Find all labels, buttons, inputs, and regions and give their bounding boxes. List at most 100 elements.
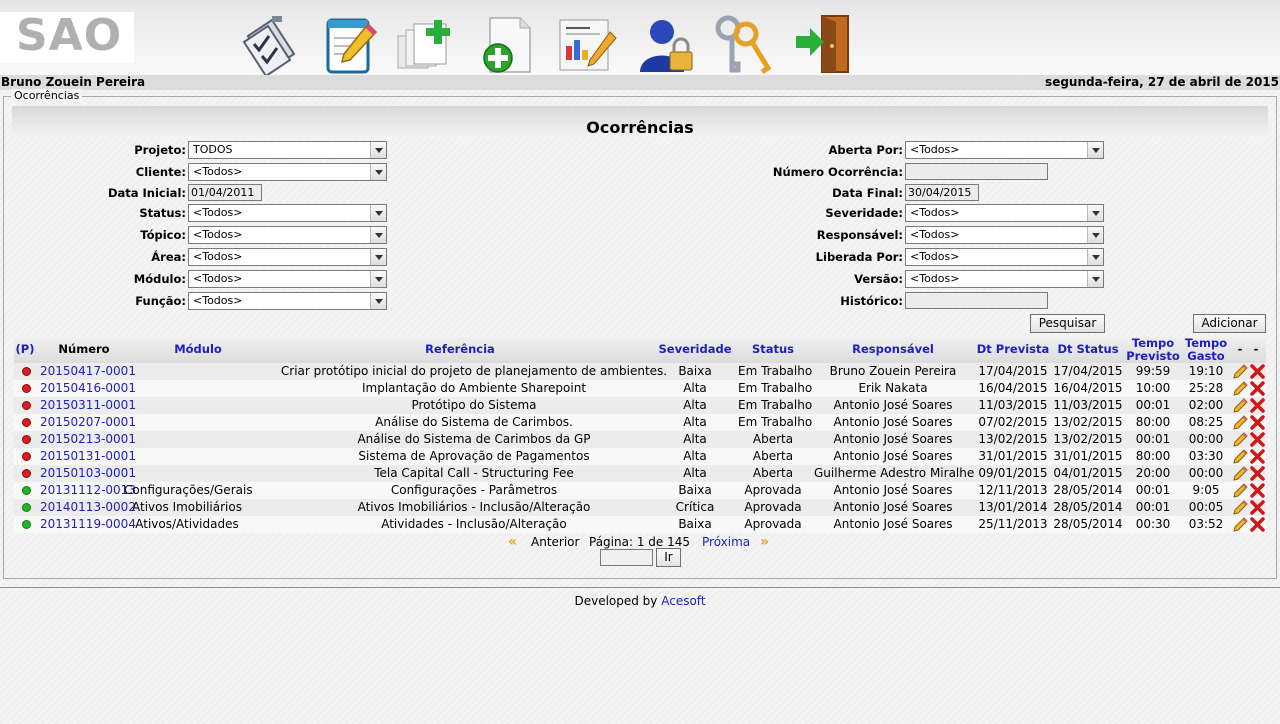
col-tempo-gasto[interactable]: Tempo Gasto — [1180, 337, 1232, 363]
col-dt-prevista[interactable]: Dt Prevista — [974, 343, 1052, 356]
footer-brand-link[interactable]: Acesoft — [661, 594, 705, 608]
double-chevron-left-icon[interactable]: « — [508, 534, 517, 550]
edit-pencil-icon[interactable] — [1233, 432, 1248, 447]
user-name: Bruno Zouein Pereira — [1, 75, 146, 89]
delete-x-icon[interactable] — [1250, 432, 1265, 447]
edit-pencil-icon[interactable] — [1233, 398, 1248, 413]
col-dt-status[interactable]: Dt Status — [1052, 343, 1124, 356]
user-lock-icon[interactable] — [636, 14, 698, 76]
chevron-down-icon — [1087, 227, 1103, 243]
projeto-select[interactable]: TODOS — [188, 141, 387, 159]
pager-proxima[interactable]: Próxima — [702, 534, 750, 550]
edit-pencil-icon[interactable] — [1233, 381, 1248, 396]
status-select[interactable]: <Todos> — [188, 204, 387, 222]
double-chevron-right-icon[interactable]: » — [760, 534, 769, 550]
edit-pencil-icon[interactable] — [1233, 466, 1248, 481]
cell-dt-status: 13/02/2015 — [1053, 415, 1123, 429]
cell-referencia: Ativos Imobiliários - Inclusão/Alteração — [357, 500, 591, 514]
cell-numero[interactable]: 20131112-0013 — [40, 482, 136, 499]
ir-button[interactable]: Ir — [656, 548, 681, 567]
col-tempo-previsto[interactable]: Tempo Previsto — [1124, 337, 1182, 363]
aberta-por-select[interactable]: <Todos> — [905, 141, 1104, 159]
exit-door-icon[interactable] — [792, 14, 854, 76]
page-number-input[interactable] — [600, 549, 653, 566]
app-logo: SAO — [0, 12, 134, 63]
edit-pencil-icon[interactable] — [1233, 500, 1248, 515]
footer: Developed by Acesoft — [0, 594, 1280, 609]
col-dash-delete: - — [1253, 342, 1259, 356]
col-p[interactable]: (P) — [14, 343, 36, 356]
versao-select[interactable]: <Todos> — [905, 270, 1104, 288]
responsavel-select[interactable]: <Todos> — [905, 226, 1104, 244]
cell-referencia: Protótipo do Sistema — [411, 398, 537, 412]
cell-tempo-gasto: 03:52 — [1188, 517, 1224, 531]
data-inicial-input[interactable]: 01/04/2011 — [188, 184, 262, 201]
cell-numero[interactable]: 20140113-0002 — [40, 499, 136, 516]
table-row: 20150131-0001 Sistema de Aprovação de Pag… — [14, 448, 1266, 465]
cell-referencia: Criar protótipo inicial do projeto de pl… — [280, 364, 668, 378]
topico-select[interactable]: <Todos> — [188, 226, 387, 244]
cell-dt-status: 16/04/2015 — [1053, 381, 1123, 395]
edit-pencil-icon[interactable] — [1233, 449, 1248, 464]
delete-x-icon[interactable] — [1250, 364, 1265, 379]
cell-numero[interactable]: 20150207-0001 — [40, 414, 136, 431]
cell-tempo-gasto: 02:00 — [1188, 398, 1224, 412]
cliente-select[interactable]: <Todos> — [188, 163, 387, 181]
keys-icon[interactable] — [712, 14, 774, 76]
cell-numero[interactable]: 20150416-0001 — [40, 380, 136, 397]
historico-input[interactable] — [905, 292, 1048, 309]
cell-tempo-previsto: 20:00 — [1135, 466, 1171, 480]
cell-numero[interactable]: 20150417-0001 — [40, 363, 136, 380]
liberada-por-select[interactable]: <Todos> — [905, 248, 1104, 266]
add-documents-icon[interactable] — [396, 14, 458, 76]
cell-status: Aberta — [752, 466, 794, 480]
severidade-select[interactable]: <Todos> — [905, 204, 1104, 222]
edit-pencil-icon[interactable] — [1233, 364, 1248, 379]
cell-numero[interactable]: 20150131-0001 — [40, 448, 136, 465]
edit-pencil-icon[interactable] — [1233, 415, 1248, 430]
cell-numero[interactable]: 20150311-0001 — [40, 397, 136, 414]
status-dot-red-icon — [22, 452, 31, 461]
cell-tempo-gasto: 08:25 — [1188, 415, 1224, 429]
cell-numero[interactable]: 20150103-0001 — [40, 465, 136, 482]
col-responsavel[interactable]: Responsável — [822, 343, 964, 356]
col-referencia[interactable]: Referência — [360, 343, 560, 356]
area-select[interactable]: <Todos> — [188, 248, 387, 266]
numero-ocorrencia-input[interactable] — [905, 163, 1048, 180]
cell-numero[interactable]: 20150213-0001 — [40, 431, 136, 448]
cell-referencia: Tela Capital Call - Structuring Fee — [374, 466, 574, 480]
col-dash-edit: - — [1237, 342, 1243, 356]
cell-numero[interactable]: 20131119-0004 — [40, 516, 136, 533]
delete-x-icon[interactable] — [1250, 500, 1265, 515]
col-status[interactable]: Status — [738, 343, 808, 356]
report-icon[interactable] — [556, 14, 618, 76]
delete-x-icon[interactable] — [1250, 415, 1265, 430]
modulo-select[interactable]: <Todos> — [188, 270, 387, 288]
adicionar-button[interactable]: Adicionar — [1193, 314, 1266, 333]
delete-x-icon[interactable] — [1250, 466, 1265, 481]
table-row: 20150417-0001 Criar protótipo inicial do … — [14, 363, 1266, 380]
pesquisar-button[interactable]: Pesquisar — [1030, 314, 1105, 333]
checklist-icon[interactable] — [238, 14, 300, 78]
edit-pencil-icon[interactable] — [1233, 483, 1248, 498]
edit-pencil-icon[interactable] — [1233, 517, 1248, 532]
cell-severidade: Alta — [683, 415, 707, 429]
delete-x-icon[interactable] — [1250, 398, 1265, 413]
col-severidade[interactable]: Severidade — [652, 343, 738, 356]
delete-x-icon[interactable] — [1250, 483, 1265, 498]
cell-severidade: Crítica — [675, 500, 715, 514]
funcao-select[interactable]: <Todos> — [188, 292, 387, 310]
new-document-icon[interactable] — [476, 14, 538, 76]
cell-responsavel: Antonio José Soares — [833, 415, 953, 429]
cell-responsavel: Antonio José Soares — [833, 517, 953, 531]
delete-x-icon[interactable] — [1250, 517, 1265, 532]
pager-anterior[interactable]: Anterior — [531, 534, 579, 550]
status-dot-red-icon — [22, 418, 31, 427]
data-final-input[interactable]: 30/04/2015 — [905, 184, 979, 201]
delete-x-icon[interactable] — [1250, 449, 1265, 464]
cell-severidade: Alta — [683, 449, 707, 463]
notepad-pencil-icon[interactable] — [320, 14, 382, 76]
cell-tempo-gasto: 03:30 — [1188, 449, 1224, 463]
col-modulo[interactable]: Módulo — [148, 343, 248, 356]
delete-x-icon[interactable] — [1250, 381, 1265, 396]
